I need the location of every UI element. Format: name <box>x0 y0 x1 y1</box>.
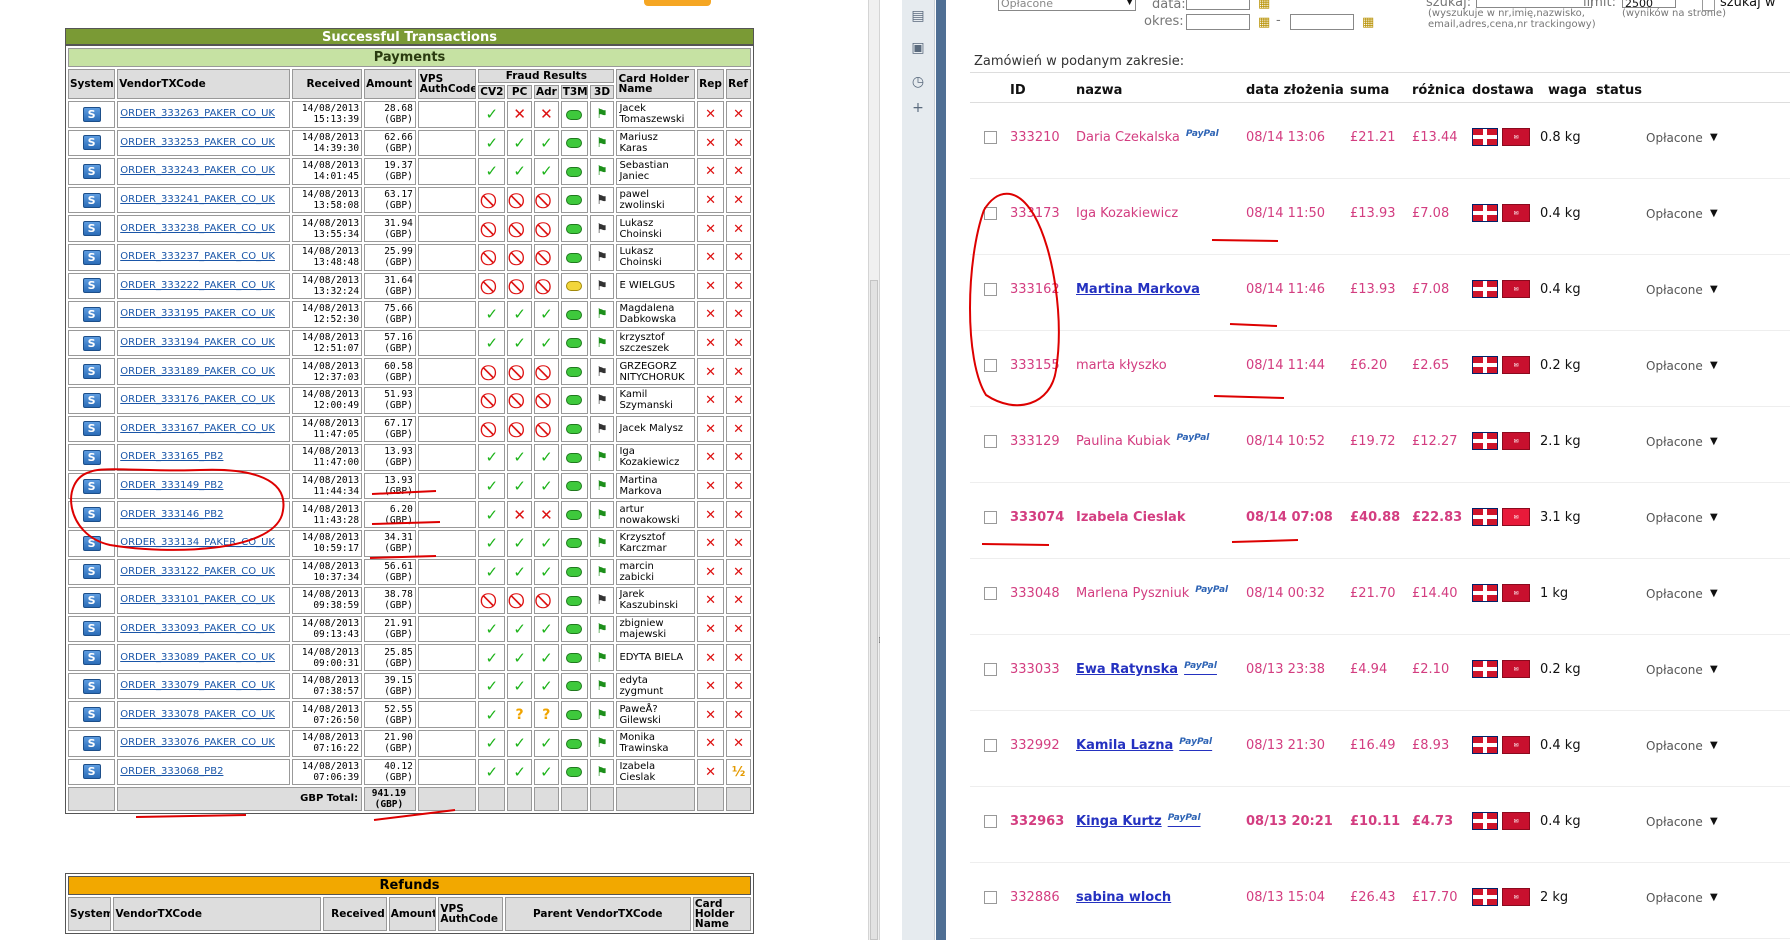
annotation-underline <box>371 521 441 525</box>
clock-icon[interactable]: ◷ <box>910 74 926 90</box>
annotation-underline <box>371 490 437 495</box>
tool-sidebar: ▤ ▣ ◷ + <box>902 0 935 940</box>
orders-panel: Opłacone ▼ data: ▦ okres: ▦ - ▦ szukaj: (… <box>946 0 1790 940</box>
annotation-underline <box>1213 395 1285 399</box>
plus-icon[interactable]: + <box>910 100 926 116</box>
annotation-underline <box>1211 239 1279 242</box>
splitter-handle[interactable]: ⁞ <box>878 636 884 648</box>
annotation-circle-right <box>969 192 1060 407</box>
annotation-circle-left <box>70 468 285 551</box>
annotation-overlay-left <box>70 468 456 821</box>
sagepay-report-panel: Successful Transactions Payments System … <box>0 0 868 940</box>
annotation-underline <box>1229 323 1278 327</box>
save-icon[interactable]: ▣ <box>910 40 926 56</box>
annotation-underline <box>981 543 1050 546</box>
left-scrollbar-thumb[interactable] <box>870 280 878 940</box>
sidebar-edge <box>936 0 946 940</box>
annotation-underline <box>135 814 247 818</box>
note-icon[interactable]: ▤ <box>910 8 926 24</box>
annotation-overlay-right <box>969 192 1299 546</box>
annotation-underline <box>373 809 456 821</box>
annotation-underline <box>369 555 437 559</box>
annotation-underline <box>1231 539 1299 543</box>
